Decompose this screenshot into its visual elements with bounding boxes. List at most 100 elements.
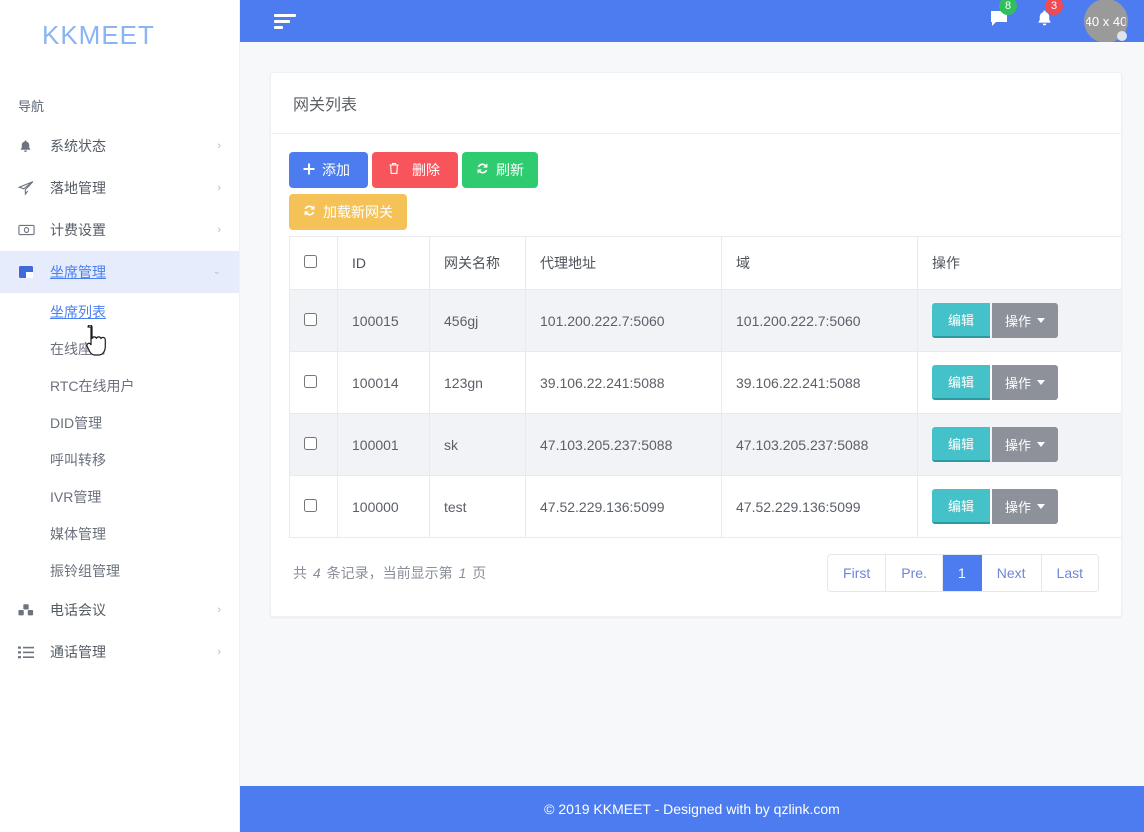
plus-icon	[303, 161, 315, 179]
edit-button[interactable]: 编辑	[932, 489, 991, 524]
sidebar: KKMEET 导航 系统状态 › 落地管理 › 计费设置 › 坐席管理 ⌄ 坐席…	[0, 0, 240, 832]
add-button[interactable]: 添加	[289, 152, 368, 188]
select-all-checkbox[interactable]	[304, 255, 317, 268]
card-header: 网关列表	[271, 73, 1121, 134]
column-header-ops[interactable]: 操作	[917, 236, 1121, 290]
sidebar-subitem-label: 坐席列表	[50, 303, 106, 320]
delete-button[interactable]: 删除	[372, 152, 458, 188]
chevron-down-icon: ⌄	[212, 266, 221, 277]
refresh-button[interactable]: 刷新	[462, 152, 538, 188]
record-suffix: 页	[472, 565, 487, 581]
cell-proxy: 47.52.229.136:5099	[525, 475, 722, 538]
edit-button[interactable]: 编辑	[932, 365, 991, 400]
chevron-right-icon: ›	[217, 645, 221, 658]
avatar-status-dot	[1117, 31, 1127, 41]
sidebar-subitem-label: 媒体管理	[50, 525, 106, 542]
pagination-prev[interactable]: Pre.	[886, 555, 943, 591]
row-select-cell	[289, 351, 338, 414]
avatar-wrapper[interactable]: 40 x 40	[1084, 0, 1128, 43]
chat-badge: 8	[999, 0, 1017, 15]
content-area: 网关列表 添加 删除 刷新 加载新网关 ID 网关名称 代理地址 域 操作 10…	[240, 42, 1144, 786]
column-header-proxy[interactable]: 代理地址	[525, 236, 722, 290]
cell-proxy: 39.106.22.241:5088	[525, 351, 722, 414]
sidebar-item-phone-conference[interactable]: 电话会议 ›	[0, 589, 239, 631]
table-row: 100015 456gj 101.200.222.7:5060 101.200.…	[289, 289, 1121, 352]
ops-dropdown-button[interactable]: 操作	[992, 489, 1059, 524]
cell-id: 100001	[337, 413, 430, 476]
table-row: 100001 sk 47.103.205.237:5088 47.103.205…	[289, 413, 1121, 476]
cell-ops: 编辑 操作	[917, 475, 1121, 538]
ops-group: 编辑 操作	[932, 365, 1115, 400]
pagination-next[interactable]: Next	[981, 555, 1042, 591]
chevron-right-icon: ›	[217, 181, 221, 194]
cell-domain: 101.200.222.7:5060	[721, 289, 918, 352]
sidebar-subitem-call-forward[interactable]: 呼叫转移	[0, 441, 239, 478]
sidebar-subitem-ring-group-manage[interactable]: 振铃组管理	[0, 552, 239, 589]
cell-id: 100000	[337, 475, 430, 538]
bell-icon	[18, 139, 42, 154]
sidebar-item-label: 通话管理	[50, 644, 106, 660]
nav-section-title: 导航	[18, 99, 45, 114]
row-select-cell	[289, 413, 338, 476]
sidebar-subitem-label: IVR管理	[50, 488, 102, 505]
sidebar-subitem-label: 在线座席	[50, 340, 106, 357]
ops-dropdown-button[interactable]: 操作	[992, 303, 1059, 338]
cell-id: 100014	[337, 351, 430, 414]
ops-dropdown-button[interactable]: 操作	[992, 427, 1059, 462]
sidebar-item-billing-settings[interactable]: 计费设置 ›	[0, 209, 239, 251]
chevron-right-icon: ›	[217, 139, 221, 152]
sidebar-subitem-did-manage[interactable]: DID管理	[0, 404, 239, 441]
pagination-page-1[interactable]: 1	[942, 555, 982, 591]
cell-id: 100015	[337, 289, 430, 352]
sidebar-subitem-seat-list[interactable]: 坐席列表	[0, 293, 239, 330]
edit-button[interactable]: 编辑	[932, 303, 991, 338]
sidebar-subitem-rtc-online-users[interactable]: RTC在线用户	[0, 367, 239, 404]
row-checkbox[interactable]	[304, 498, 317, 512]
sidebar-item-call-manage[interactable]: 通话管理 ›	[0, 631, 239, 673]
list-icon	[18, 646, 42, 659]
load-new-gateway-button[interactable]: 加载新网关	[289, 194, 407, 230]
cell-domain: 47.103.205.237:5088	[721, 413, 918, 476]
columns-icon	[18, 264, 42, 280]
row-checkbox[interactable]	[304, 312, 317, 326]
sidebar-subitem-media-manage[interactable]: 媒体管理	[0, 515, 239, 552]
column-header-name[interactable]: 网关名称	[429, 236, 526, 290]
ops-dropdown-button[interactable]: 操作	[992, 365, 1059, 400]
sidebar-subitem-ivr-manage[interactable]: IVR管理	[0, 478, 239, 515]
cell-name: test	[429, 475, 526, 538]
chat-icon[interactable]: 8	[989, 0, 1017, 34]
sidebar-item-label: 计费设置	[50, 222, 106, 238]
ops-label: 操作	[1005, 438, 1032, 453]
hamburger-filter-icon[interactable]	[274, 13, 296, 29]
sidebar-subitem-label: DID管理	[50, 414, 103, 431]
select-all-cell	[289, 236, 338, 290]
row-select-cell	[289, 289, 338, 352]
pagination-first[interactable]: First	[828, 555, 887, 591]
cubes-icon	[18, 603, 42, 617]
ops-group: 编辑 操作	[932, 427, 1115, 462]
ops-label: 操作	[1005, 314, 1032, 329]
table-head: ID 网关名称 代理地址 域 操作	[289, 236, 1121, 290]
refresh-button-label: 刷新	[496, 162, 524, 178]
sidebar-item-system-status[interactable]: 系统状态 ›	[0, 125, 239, 167]
brand-logo[interactable]: KKMEET	[0, 0, 239, 70]
sidebar-subitem-label: 呼叫转移	[50, 451, 106, 468]
top-navbar: 8 3 40 x 40	[240, 0, 1144, 43]
column-header-id[interactable]: ID	[337, 236, 430, 290]
sidebar-item-landing-manage[interactable]: 落地管理 ›	[0, 167, 239, 209]
sidebar-item-seat-manage[interactable]: 坐席管理 ⌄	[0, 251, 239, 293]
row-checkbox[interactable]	[304, 374, 317, 388]
load-new-gateway-label: 加载新网关	[323, 204, 393, 220]
notification-bell-icon[interactable]: 3	[1035, 0, 1063, 33]
edit-button[interactable]: 编辑	[932, 427, 991, 462]
sidebar-subitem-label: 振铃组管理	[50, 562, 120, 579]
sidebar-item-label: 系统状态	[50, 138, 106, 154]
record-prefix: 共	[293, 565, 307, 581]
pagination-last[interactable]: Last	[1041, 555, 1098, 591]
row-checkbox[interactable]	[304, 436, 317, 450]
footer-text: © 2019 KKMEET - Designed with by qzlink.…	[544, 801, 840, 817]
column-header-domain[interactable]: 域	[721, 236, 918, 290]
chevron-down-icon	[1037, 318, 1046, 323]
sidebar-subitem-online-seat[interactable]: 在线座席	[0, 330, 239, 367]
toolbar: 添加 删除 刷新 加载新网关	[289, 152, 551, 236]
